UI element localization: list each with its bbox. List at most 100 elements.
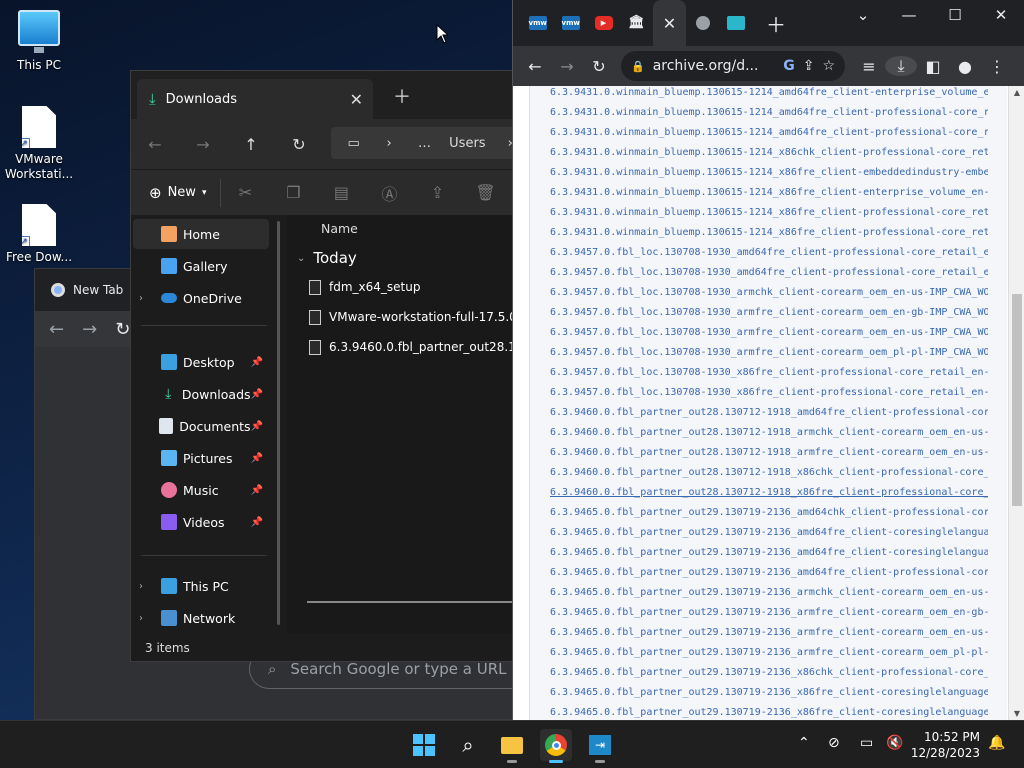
close-icon[interactable]: ✕ [978, 0, 1024, 32]
new-tab-button[interactable]: ＋ [766, 9, 786, 38]
file-link[interactable]: 6.3.9457.0.fbl_loc.130708-1930_armfre_cl… [550, 347, 988, 358]
profile-icon[interactable]: ● [949, 57, 981, 76]
file-link[interactable]: 6.3.9431.0.winmain_bluemp.130615-1214_x8… [550, 147, 988, 158]
scrollbar-thumb[interactable] [1012, 294, 1022, 506]
tab-globe[interactable] [686, 0, 719, 46]
tab-active-close[interactable]: ✕ [653, 0, 686, 46]
rename-icon[interactable]: Ⓐ [365, 181, 413, 205]
reload-icon[interactable]: ↻ [583, 57, 615, 76]
sidebar-item-music[interactable]: Music 📌 [133, 475, 269, 505]
file-link[interactable]: 6.3.9431.0.winmain_bluemp.130615-1214_x8… [550, 187, 988, 198]
tab-youtube[interactable]: ▶ [587, 0, 620, 46]
cut-icon[interactable]: ✂ [221, 183, 269, 202]
file-link[interactable]: 6.3.9457.0.fbl_loc.130708-1930_amd64fre_… [550, 247, 988, 258]
display-icon[interactable]: ▭ [860, 735, 873, 751]
close-tab-icon[interactable]: ✕ [350, 90, 363, 109]
file-link[interactable]: 6.3.9465.0.fbl_partner_out29.130719-2136… [550, 527, 988, 538]
minimize-icon[interactable]: — [886, 0, 932, 32]
file-link[interactable]: 6.3.9460.0.fbl_partner_out28.130712-1918… [550, 407, 988, 418]
file-link[interactable]: 6.3.9457.0.fbl_loc.130708-1930_armfre_cl… [550, 307, 988, 318]
horizontal-scrollbar[interactable] [307, 601, 517, 603]
sidebar-item-pictures[interactable]: Pictures 📌 [133, 443, 269, 473]
paste-icon[interactable]: ▤ [317, 183, 365, 202]
menu-kebab-icon[interactable]: ⋮ [981, 57, 1013, 76]
sidebar-scrollbar[interactable] [277, 221, 280, 625]
tab-vmware-2[interactable]: vmw [554, 0, 587, 46]
volume-muted-icon[interactable]: 🔇 [886, 735, 903, 751]
file-row[interactable]: VMware-workstation-full-17.5.0-22 [309, 305, 536, 329]
new-tab-button[interactable]: ＋ [393, 83, 411, 109]
start-button[interactable] [408, 729, 440, 761]
file-link[interactable]: 6.3.9465.0.fbl_partner_out29.130719-2136… [550, 607, 988, 618]
file-link[interactable]: 6.3.9465.0.fbl_partner_out29.130719-2136… [550, 667, 988, 678]
tab-search-icon[interactable]: ⌄ [840, 0, 886, 32]
clock[interactable]: 10:52 PM 12/28/2023 [911, 729, 980, 761]
sidebar-item-downloads[interactable]: ⤓ Downloads 📌 [133, 379, 269, 409]
scroll-up-arrow-icon[interactable]: ▲ [1009, 88, 1024, 97]
file-link[interactable]: 6.3.9457.0.fbl_loc.130708-1930_armchk_cl… [550, 287, 988, 298]
breadcrumb-users[interactable]: Users [449, 136, 485, 151]
back-arrow-icon[interactable]: ← [49, 319, 64, 340]
search-button[interactable]: ⌕ [452, 729, 484, 761]
network-off-icon[interactable]: ⊘ [828, 735, 840, 751]
file-link[interactable]: 6.3.9431.0.winmain_bluemp.130615-1214_am… [550, 127, 988, 138]
file-link[interactable]: 6.3.9465.0.fbl_partner_out29.130719-2136… [550, 687, 988, 698]
file-link[interactable]: 6.3.9465.0.fbl_partner_out29.130719-2136… [550, 647, 988, 658]
new-button[interactable]: ⊕ New ▾ [131, 178, 222, 207]
desktop-icon-vmware[interactable]: ↗ VMware Workstati... [1, 106, 77, 182]
desktop-icon-this-pc[interactable]: This PC [1, 10, 77, 73]
tab-archive[interactable]: 🏛 [620, 0, 653, 46]
share-icon[interactable]: ⇪ [413, 183, 461, 202]
sidebar-item-gallery[interactable]: Gallery [133, 251, 269, 281]
reload-icon[interactable]: ↻ [115, 319, 130, 340]
tab-downloads[interactable]: ⤓ Downloads ✕ [137, 79, 373, 119]
file-link[interactable]: 6.3.9460.0.fbl_partner_out28.130712-1918… [550, 487, 988, 498]
maximize-icon[interactable]: ☐ [932, 0, 978, 32]
close-icon[interactable]: ✕ [663, 14, 676, 33]
chevron-right-icon[interactable]: › [139, 293, 153, 304]
refresh-icon[interactable]: ↻ [275, 135, 323, 154]
file-link[interactable]: 6.3.9465.0.fbl_partner_out29.130719-2136… [550, 567, 988, 578]
sidebar-item-desktop[interactable]: Desktop 📌 [133, 347, 269, 377]
desktop-icon-free-download-manager[interactable]: ↗ Free Dow... [1, 204, 77, 265]
share-icon[interactable]: ⇪ [803, 58, 815, 74]
file-link[interactable]: 6.3.9457.0.fbl_loc.130708-1930_armfre_cl… [550, 327, 988, 338]
google-icon[interactable]: G [783, 58, 795, 74]
file-link[interactable]: 6.3.9457.0.fbl_loc.130708-1930_x86fre_cl… [550, 367, 988, 378]
file-link[interactable]: 6.3.9431.0.winmain_bluemp.130615-1214_x8… [550, 227, 988, 238]
sidebar-item-videos[interactable]: Videos 📌 [133, 507, 269, 537]
file-row[interactable]: fdm_x64_setup [309, 275, 420, 299]
forward-arrow-icon[interactable]: → [179, 135, 227, 154]
side-panel-icon[interactable]: ◧ [917, 57, 949, 76]
file-link[interactable]: 6.3.9431.0.winmain_bluemp.130615-1214_x8… [550, 167, 988, 178]
group-header[interactable]: ⌄ Today [297, 249, 357, 267]
sidebar-item-network[interactable]: › Network [133, 603, 269, 633]
sidebar-item-documents[interactable]: Documents 📌 [133, 411, 269, 441]
sidebar-item-onedrive[interactable]: › OneDrive [133, 283, 269, 313]
file-link[interactable]: 6.3.9431.0.winmain_bluemp.130615-1214_am… [550, 87, 988, 98]
file-link[interactable]: 6.3.9460.0.fbl_partner_out28.130712-1918… [550, 427, 988, 438]
file-link[interactable]: 6.3.9465.0.fbl_partner_out29.130719-2136… [550, 627, 988, 638]
forward-arrow-icon[interactable]: → [551, 57, 583, 76]
chevron-right-icon[interactable]: › [139, 613, 153, 624]
file-link[interactable]: 6.3.9457.0.fbl_loc.130708-1930_amd64fre_… [550, 267, 988, 278]
reading-list-icon[interactable]: ≡ [853, 57, 885, 76]
address-bar[interactable]: ▭ › … Users › [331, 127, 521, 159]
tab-vmware-1[interactable]: vmw [521, 0, 554, 46]
file-link[interactable]: 6.3.9465.0.fbl_partner_out29.130719-2136… [550, 587, 988, 598]
up-arrow-icon[interactable]: ↑ [227, 135, 275, 154]
download-icon[interactable]: ⤓ [885, 56, 917, 76]
copy-icon[interactable]: ❐ [269, 183, 317, 202]
forward-arrow-icon[interactable]: → [82, 319, 97, 340]
bookmark-star-icon[interactable]: ☆ [822, 58, 835, 74]
file-link[interactable]: 6.3.9465.0.fbl_partner_out29.130719-2136… [550, 547, 988, 558]
page-scrollbar[interactable]: ▲ ▼ [1008, 86, 1024, 720]
app-taskbar-button[interactable]: ⇥ [584, 729, 616, 763]
notification-bell-icon[interactable]: 🔔 [988, 735, 1005, 751]
tab-new-tab[interactable]: New Tab [41, 273, 133, 307]
breadcrumb-ellipsis[interactable]: … [414, 136, 435, 151]
file-link[interactable]: 6.3.9457.0.fbl_loc.130708-1930_x86fre_cl… [550, 387, 988, 398]
tab-app[interactable] [719, 0, 752, 46]
chrome-taskbar-button[interactable] [540, 729, 572, 763]
address-bar[interactable]: 🔒 archive.org/d... G ⇪ ☆ [621, 51, 845, 81]
